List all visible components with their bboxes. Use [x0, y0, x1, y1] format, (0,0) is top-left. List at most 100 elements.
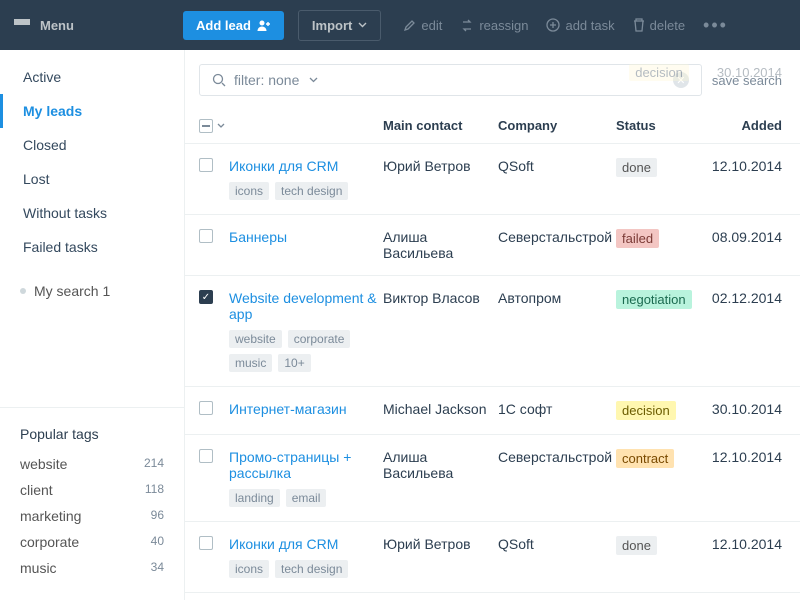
col-main-contact[interactable]: Main contact [383, 118, 498, 133]
status-badge: done [616, 536, 657, 555]
reassign-label: reassign [479, 18, 528, 33]
lead-date: 12.10.2014 [704, 158, 782, 174]
reassign-icon [460, 19, 474, 32]
tag-count: 34 [151, 560, 164, 576]
col-company[interactable]: Company [498, 118, 616, 133]
sidebar-item-closed[interactable]: Closed [0, 128, 184, 162]
filter-input[interactable]: filter: none ✕ [199, 64, 702, 96]
tag-chip[interactable]: landing [229, 489, 280, 507]
sidebar-item-my-leads[interactable]: My leads [0, 94, 184, 128]
clear-filter-icon[interactable]: ✕ [673, 72, 689, 88]
row-checkbox[interactable] [199, 229, 213, 243]
add-task-action[interactable]: add task [546, 18, 614, 33]
row-checkbox[interactable] [199, 158, 213, 172]
lead-title-link[interactable]: Иконки для CRM [229, 158, 338, 174]
tag-filter-website[interactable]: website214 [20, 456, 164, 472]
lead-title-link[interactable]: Промо-страницы + рассылка [229, 449, 351, 481]
sidebar: ActiveMy leadsClosedLostWithout tasksFai… [0, 50, 185, 600]
lead-contact: Michael Jackson [383, 401, 498, 417]
chevron-down-icon [358, 22, 367, 28]
col-added[interactable]: Added [704, 118, 782, 133]
lead-contact: Алиша Васильева [383, 229, 498, 261]
lead-contact: Юрий Ветров [383, 536, 498, 552]
lead-date: 12.10.2014 [704, 449, 782, 465]
lead-contact: Алиша Васильева [383, 449, 498, 481]
select-all[interactable] [199, 119, 229, 133]
sidebar-item-active[interactable]: Active [0, 60, 184, 94]
sidebar-item-failed-tasks[interactable]: Failed tasks [0, 230, 184, 264]
delete-action[interactable]: delete [633, 18, 685, 33]
menu-label: Menu [40, 18, 74, 33]
lead-tags: icons tech design [229, 560, 383, 578]
status-badge: done [616, 158, 657, 177]
tag-chip[interactable]: tech design [275, 560, 348, 578]
tag-chip[interactable]: icons [229, 182, 269, 200]
import-label: Import [312, 18, 352, 33]
chevron-down-icon [217, 123, 225, 129]
hamburger-icon [14, 19, 30, 32]
saved-search-item[interactable]: My search 1 [0, 274, 184, 308]
filter-bar: filter: none ✕ save search [185, 50, 800, 110]
lead-date: 30.10.2014 [704, 401, 782, 417]
toolbar-actions: edit reassign add task delete ••• [403, 15, 728, 36]
add-lead-button[interactable]: Add lead [183, 11, 284, 40]
tag-chip[interactable]: tech design [275, 182, 348, 200]
tag-filter-client[interactable]: client 118 [20, 482, 164, 498]
lead-date: 12.10.2014 [704, 536, 782, 552]
lead-title-link[interactable]: Интернет-магазин [229, 401, 347, 417]
add-task-label: add task [565, 18, 614, 33]
lead-company: Автопром [498, 290, 616, 306]
table-body: Иконки для CRM icons tech design Юрий Ветро… [185, 144, 800, 600]
lead-company: QSoft [498, 158, 616, 174]
lead-company: Северстальстрой [498, 449, 616, 465]
tag-chip[interactable]: 10+ [278, 354, 310, 372]
filter-label: filter: none [234, 72, 299, 88]
lead-title-link[interactable]: Иконки для CRM [229, 536, 338, 552]
sidebar-item-lost[interactable]: Lost [0, 162, 184, 196]
edit-label: edit [421, 18, 442, 33]
lead-date: 02.12.2014 [704, 290, 782, 306]
tag-chip[interactable]: email [286, 489, 327, 507]
tag-chip[interactable]: corporate [288, 330, 351, 348]
lead-contact: Юрий Ветров [383, 158, 498, 174]
tag-chip[interactable]: website [229, 330, 282, 348]
row-checkbox[interactable]: ✓ [199, 290, 213, 304]
table-row: Промо-страницы + рассылка landing email Али… [185, 435, 800, 522]
status-badge: contract [616, 449, 674, 468]
save-search-link[interactable]: save search [712, 73, 782, 88]
lead-tags: website corporate music 10+ [229, 330, 383, 372]
lead-title-link[interactable]: Баннеры [229, 229, 287, 245]
saved-search-label: My search 1 [34, 283, 110, 299]
col-status[interactable]: Status [616, 118, 704, 133]
lead-date: 08.09.2014 [704, 229, 782, 245]
table-row: БаннерыАлиша ВасильеваСеверстальстройfai… [185, 215, 800, 276]
reassign-action[interactable]: reassign [460, 18, 528, 33]
row-checkbox[interactable] [199, 401, 213, 415]
tag-filter-marketing[interactable]: marketing96 [20, 508, 164, 524]
tag-count: 118 [145, 482, 164, 498]
tag-filter-music[interactable]: music34 [20, 560, 164, 576]
tag-name: corporate [20, 534, 79, 550]
sidebar-item-without-tasks[interactable]: Without tasks [0, 196, 184, 230]
topbar: Menu Add lead Import edit reassign add t… [0, 0, 800, 50]
lead-title-link[interactable]: Website development & app [229, 290, 377, 322]
lead-contact: Виктор Власов [383, 290, 498, 306]
lead-tags: icons tech design [229, 182, 383, 200]
menu-button[interactable]: Menu [14, 18, 169, 33]
tag-chip[interactable]: music [229, 354, 272, 372]
tag-count: 214 [144, 456, 164, 472]
table-row: Интернет-магазинMichael Jackson1С софтde… [185, 387, 800, 435]
row-checkbox[interactable] [199, 449, 213, 463]
import-button[interactable]: Import [298, 10, 381, 41]
status-badge: failed [616, 229, 659, 248]
add-lead-label: Add lead [196, 18, 251, 33]
row-checkbox[interactable] [199, 536, 213, 550]
tag-name: client [20, 482, 53, 498]
main-content: decision 30.10.2014 filter: none ✕ save … [185, 50, 800, 600]
chevron-down-icon [309, 77, 318, 83]
tag-filter-corporate[interactable]: corporate40 [20, 534, 164, 550]
lead-company: QSoft [498, 536, 616, 552]
more-actions[interactable]: ••• [703, 15, 728, 36]
edit-action[interactable]: edit [403, 18, 442, 33]
tag-chip[interactable]: icons [229, 560, 269, 578]
